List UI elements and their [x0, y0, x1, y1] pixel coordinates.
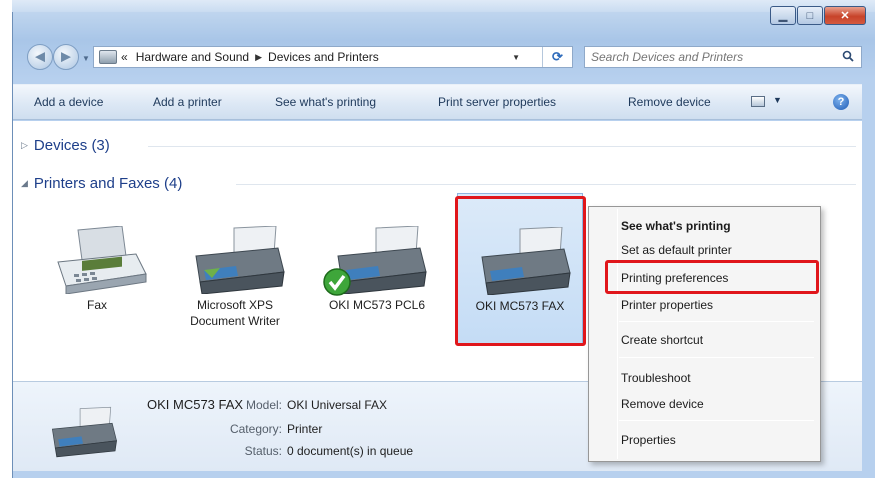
arrow-right-icon: ▶	[61, 48, 71, 64]
search-input[interactable]	[585, 47, 825, 67]
command-bar: Add a device Add a printer See what's pr…	[13, 84, 862, 120]
menu-set-as-default-printer[interactable]: Set as default printer	[621, 243, 732, 257]
details-status-value: 0 document(s) in queue	[287, 444, 414, 458]
group-printers-label: Printers and Faxes (4)	[33, 175, 183, 192]
printing-preferences-highlight	[605, 260, 819, 294]
printer-icon	[51, 406, 117, 458]
device-fax[interactable]: Fax	[34, 193, 160, 345]
group-devices[interactable]: ▷ Devices (3)	[21, 137, 110, 154]
details-model-value: OKI Universal FAX	[287, 398, 388, 412]
menu-separator	[619, 357, 814, 358]
title-bar	[12, 0, 875, 12]
address-overflow[interactable]: «	[121, 50, 128, 64]
breadcrumb-separator-icon[interactable]: ▶	[255, 52, 262, 63]
context-menu: See what's printing Set as default print…	[588, 206, 821, 462]
default-printer-check-icon	[323, 268, 351, 296]
device-label: Microsoft XPS Document Writer	[190, 298, 280, 328]
refresh-button[interactable]: ⟳	[542, 47, 572, 67]
add-printer-button[interactable]: Add a printer	[153, 95, 222, 109]
back-button[interactable]: ◀	[27, 44, 53, 70]
menu-gutter	[617, 209, 618, 459]
expand-arrow-icon[interactable]: ▷	[21, 140, 28, 151]
collapse-arrow-icon[interactable]: ◢	[21, 178, 28, 189]
remove-device-button[interactable]: Remove device	[628, 95, 711, 109]
details-category-key: Category:	[229, 422, 282, 436]
change-view-icon[interactable]	[751, 96, 765, 107]
menu-see-whats-printing[interactable]: See what's printing	[621, 219, 731, 233]
close-button[interactable]: ✕	[824, 6, 866, 25]
group-divider	[236, 184, 856, 185]
address-bar[interactable]: « Hardware and Sound ▶ Devices and Print…	[93, 46, 573, 68]
details-model-key: Model:	[245, 398, 282, 412]
menu-printer-properties[interactable]: Printer properties	[621, 298, 713, 312]
fax-icon	[57, 226, 147, 294]
device-label: Fax	[86, 298, 107, 312]
search-box[interactable]	[584, 46, 862, 68]
device-microsoft-xps-document-writer[interactable]: Microsoft XPS Document Writer	[172, 193, 298, 345]
device-oki-mc573-pcl6[interactable]: OKI MC573 PCL6	[314, 193, 440, 345]
menu-properties[interactable]: Properties	[621, 433, 676, 447]
menu-create-shortcut[interactable]: Create shortcut	[621, 333, 703, 347]
maximize-button[interactable]: □	[797, 6, 823, 25]
view-options-dropdown-icon[interactable]: ▼	[773, 95, 782, 105]
breadcrumb-devices-and-printers[interactable]: Devices and Printers	[268, 50, 379, 64]
minimize-button[interactable]: ▁	[770, 6, 796, 25]
group-divider	[148, 146, 856, 147]
group-devices-label: Devices (3)	[33, 137, 110, 154]
address-dropdown-icon[interactable]: ▼	[512, 53, 520, 62]
search-icon[interactable]	[842, 50, 854, 62]
printer-icon	[195, 226, 285, 294]
forward-button[interactable]: ▶	[53, 44, 79, 70]
arrow-left-icon: ◀	[35, 48, 45, 64]
menu-separator	[619, 321, 814, 322]
add-device-button[interactable]: Add a device	[34, 95, 103, 109]
control-panel-icon	[99, 50, 117, 64]
print-server-properties-button[interactable]: Print server properties	[438, 95, 556, 109]
recent-pages-dropdown[interactable]: ▼	[82, 54, 90, 63]
menu-remove-device[interactable]: Remove device	[621, 397, 704, 411]
see-whats-printing-button[interactable]: See what's printing	[275, 95, 376, 109]
menu-troubleshoot[interactable]: Troubleshoot	[621, 371, 691, 385]
details-category-value: Printer	[287, 422, 323, 436]
selected-device-highlight	[455, 196, 586, 346]
details-status-key: Status:	[244, 444, 282, 458]
device-label: OKI MC573 PCL6	[328, 298, 426, 312]
group-printers-and-faxes[interactable]: ◢ Printers and Faxes (4)	[21, 175, 182, 192]
menu-separator	[619, 420, 814, 421]
help-icon[interactable]: ?	[833, 94, 849, 110]
breadcrumb-hardware-and-sound[interactable]: Hardware and Sound	[136, 50, 249, 64]
